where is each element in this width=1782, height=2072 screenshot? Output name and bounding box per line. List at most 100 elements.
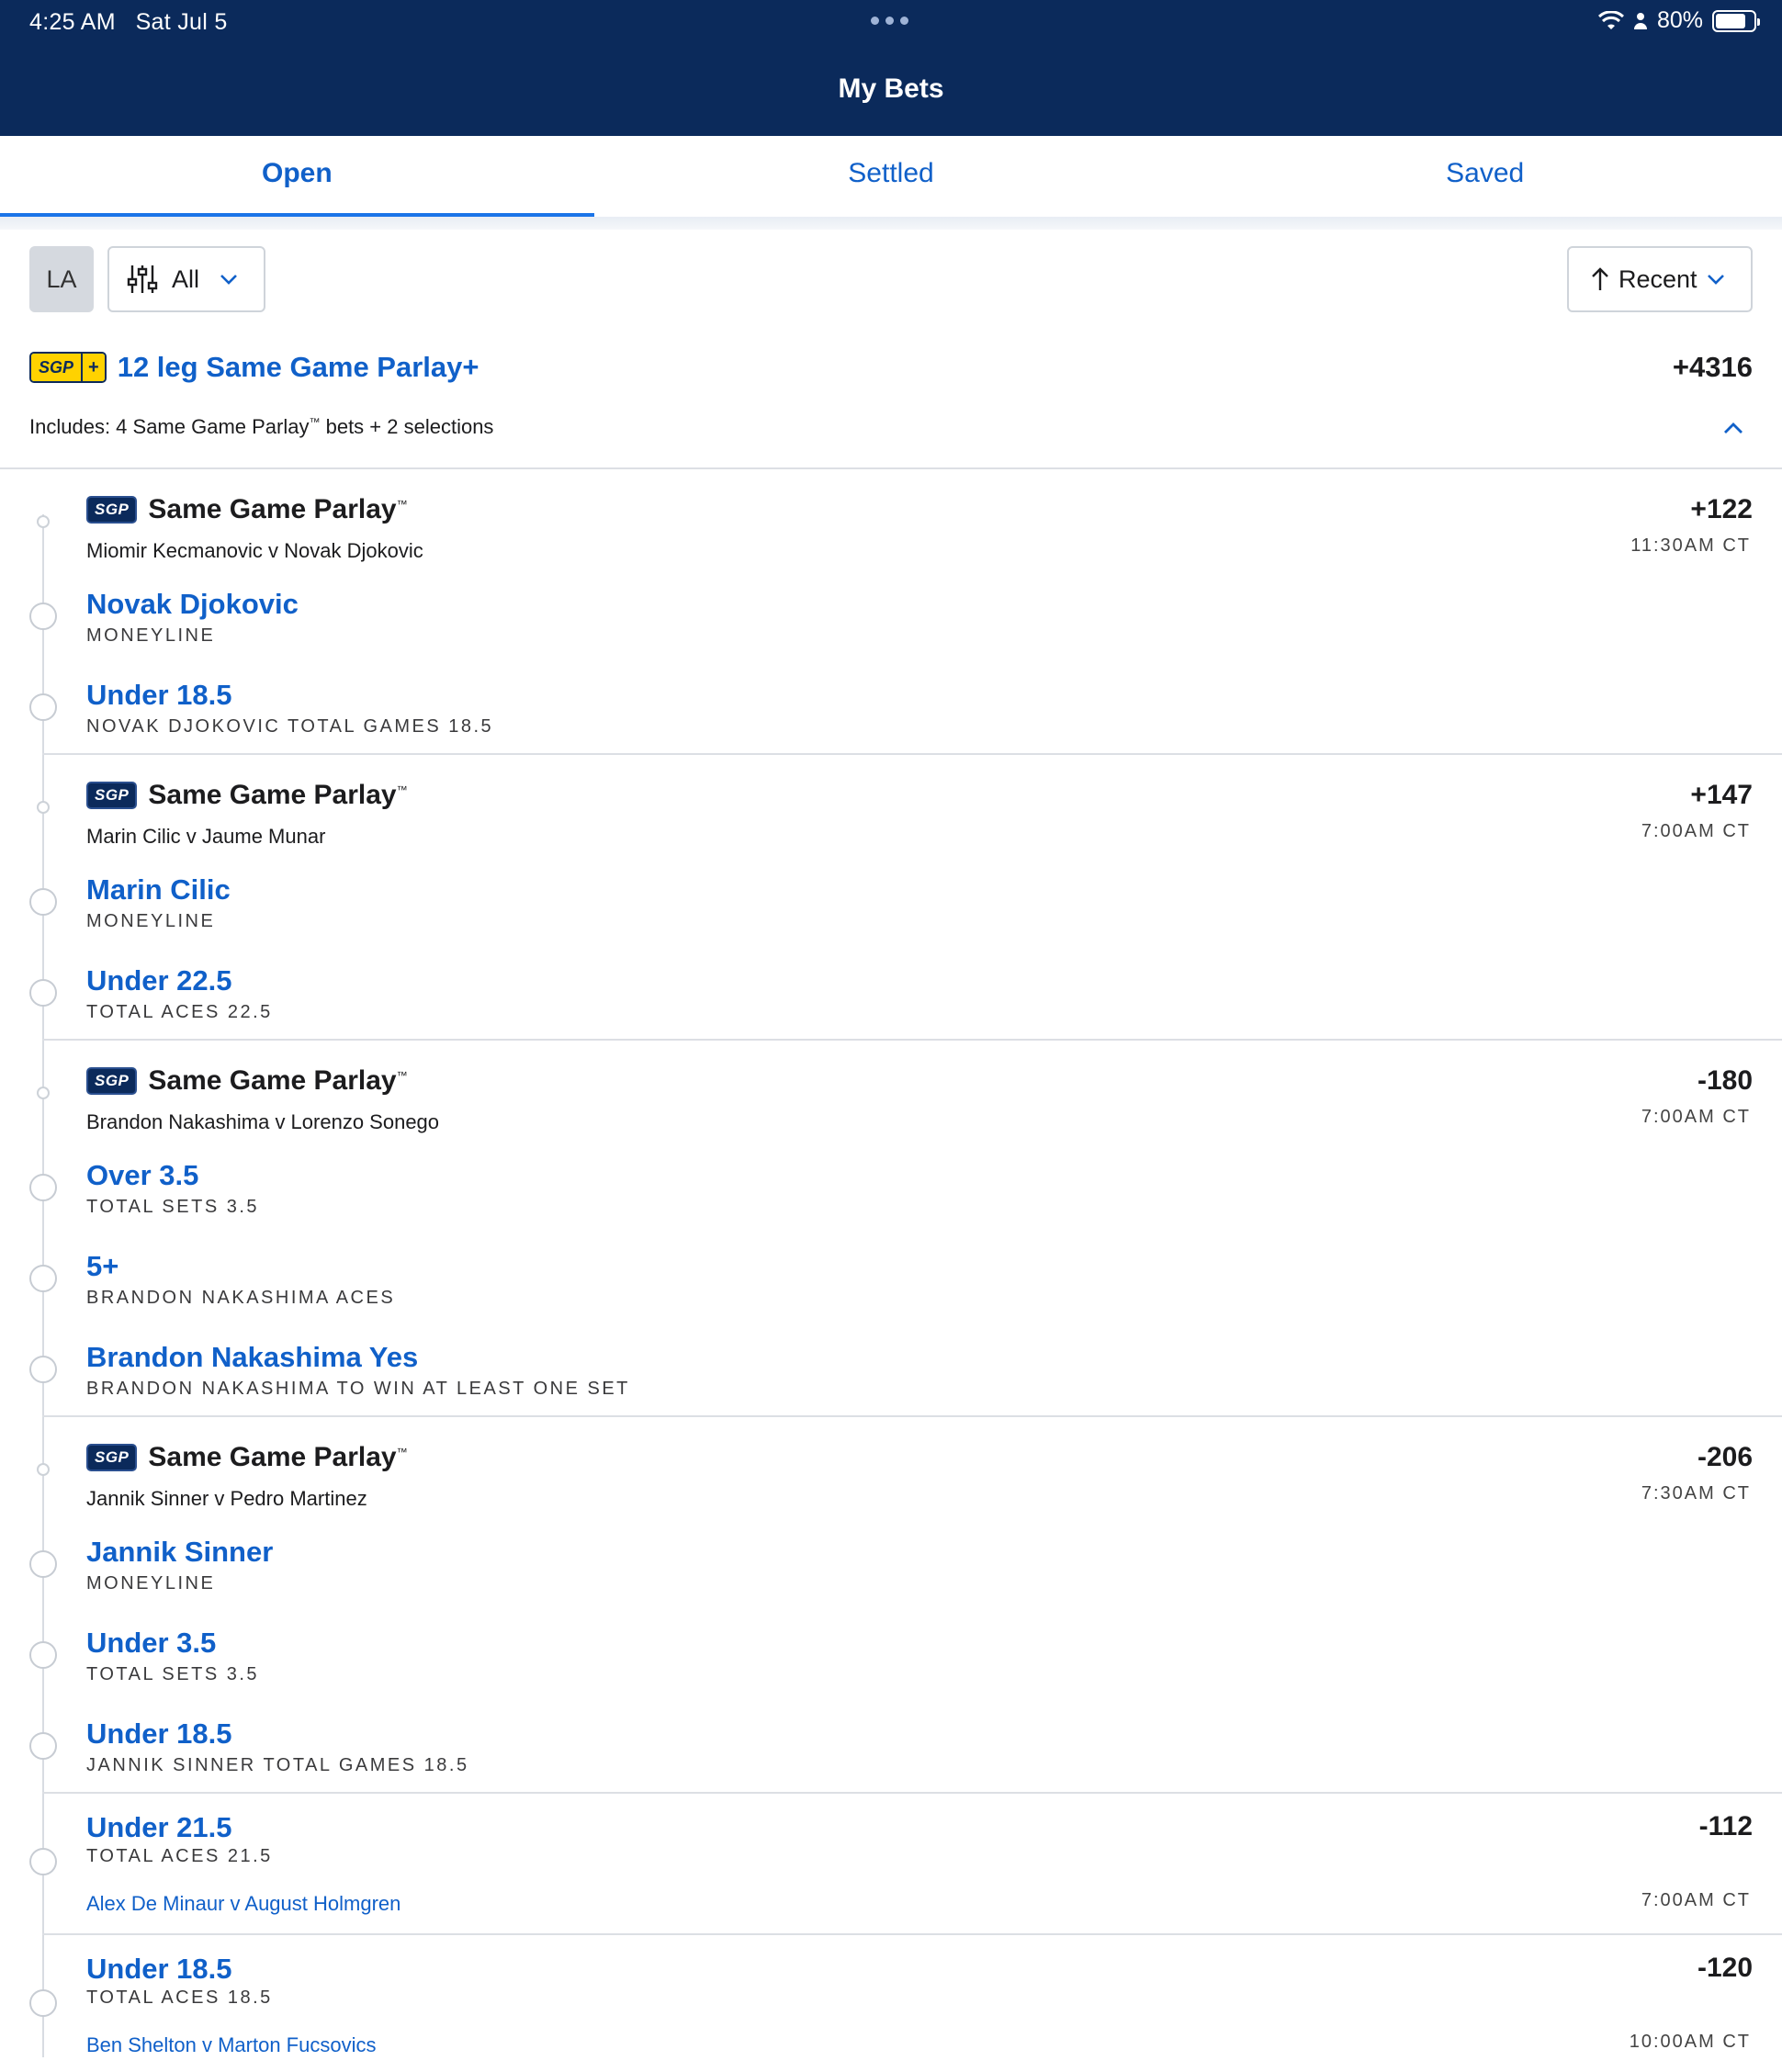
tab-open[interactable]: Open bbox=[0, 136, 594, 217]
timeline-dot bbox=[37, 515, 50, 528]
selection-market: TOTAL SETS 3.5 bbox=[86, 1664, 260, 1684]
bet-type-filter-label: All bbox=[172, 265, 200, 293]
sgp-title: Same Game Parlay™ bbox=[148, 1442, 408, 1472]
selection-name: Novak Djokovic bbox=[86, 588, 299, 620]
selection-name: Under 18.5 bbox=[86, 1953, 232, 1985]
divider bbox=[42, 1792, 1782, 1794]
sort-label: Recent bbox=[1618, 265, 1697, 293]
selection-name: Under 3.5 bbox=[86, 1627, 217, 1659]
sgp-badge: SGP bbox=[86, 1444, 138, 1471]
sgp-header: SGP Same Game Parlay™ bbox=[86, 1065, 408, 1097]
sgp-title: Same Game Parlay™ bbox=[148, 780, 408, 810]
leg-status-circle bbox=[29, 1174, 57, 1201]
group-odds: +147 bbox=[1690, 780, 1753, 810]
divider bbox=[42, 1933, 1782, 1935]
match-name: Brandon Nakashima v Lorenzo Sonego bbox=[86, 1110, 440, 1133]
leg-status-circle bbox=[29, 1550, 57, 1578]
sgp-badge: SGP bbox=[86, 782, 138, 809]
leg-status-circle bbox=[29, 1641, 57, 1669]
parlay-title[interactable]: 12 leg Same Game Parlay+ bbox=[118, 351, 479, 384]
timeline-dot bbox=[37, 801, 50, 814]
group-odds: -180 bbox=[1697, 1065, 1753, 1096]
event-time: 7:00AM CT bbox=[1641, 1107, 1751, 1127]
selection-market: TOTAL ACES 18.5 bbox=[86, 1988, 273, 2008]
sgp-badge: SGP bbox=[86, 496, 138, 524]
status-indicators: 80% bbox=[1597, 7, 1760, 34]
arrow-up-icon bbox=[1592, 267, 1608, 290]
event-time: 10:00AM CT bbox=[1629, 2032, 1751, 2052]
selection-name: Under 21.5 bbox=[86, 1811, 232, 1843]
person-icon bbox=[1633, 12, 1647, 29]
selection-market: MONEYLINE bbox=[86, 1573, 216, 1593]
event-time: 7:00AM CT bbox=[1641, 1890, 1751, 1910]
multitasking-dots-icon[interactable] bbox=[871, 17, 908, 25]
selection-name: Jannik Sinner bbox=[86, 1536, 274, 1568]
tab-settled[interactable]: Settled bbox=[594, 136, 1189, 217]
tab-saved[interactable]: Saved bbox=[1188, 136, 1782, 217]
divider bbox=[42, 753, 1782, 755]
leg-status-circle bbox=[29, 693, 57, 721]
leg-status-circle bbox=[29, 1356, 57, 1383]
top-bar: 4:25 AM Sat Jul 5 80% My Bets bbox=[0, 0, 1782, 136]
group-odds: +122 bbox=[1690, 494, 1753, 524]
bet-type-filter-dropdown[interactable]: All bbox=[107, 246, 265, 312]
sgp-badge: SGP bbox=[86, 1067, 138, 1095]
battery-icon bbox=[1712, 9, 1760, 32]
sgp-plus-badge: SGP + bbox=[29, 352, 107, 383]
selection-odds: -112 bbox=[1698, 1811, 1753, 1841]
group-odds: -206 bbox=[1697, 1442, 1753, 1472]
status-bar-clock: 4:25 AM Sat Jul 5 bbox=[29, 9, 228, 36]
selection-market: TOTAL ACES 22.5 bbox=[86, 1002, 273, 1022]
selection-name: Marin Cilic bbox=[86, 873, 231, 906]
divider bbox=[42, 1415, 1782, 1417]
selection-market: MONEYLINE bbox=[86, 625, 216, 646]
sgp-header: SGP Same Game Parlay™ bbox=[86, 494, 408, 525]
chevron-down-icon bbox=[1707, 275, 1724, 285]
bet-tabs: Open Settled Saved bbox=[0, 136, 1782, 217]
selection-market: BRANDON NAKASHIMA ACES bbox=[86, 1288, 396, 1308]
event-time: 7:30AM CT bbox=[1641, 1483, 1751, 1503]
leg-status-circle bbox=[29, 1989, 57, 2017]
selection-name: Over 3.5 bbox=[86, 1159, 199, 1191]
event-time: 11:30AM CT bbox=[1630, 535, 1751, 556]
match-name: Jannik Sinner v Pedro Martinez bbox=[86, 1487, 367, 1510]
status-date: Sat Jul 5 bbox=[135, 9, 228, 35]
leg-status-circle bbox=[29, 602, 57, 630]
leg-status-circle bbox=[29, 979, 57, 1007]
leg-status-circle bbox=[29, 1848, 57, 1875]
leg-status-circle bbox=[29, 1265, 57, 1292]
selection-market: MONEYLINE bbox=[86, 911, 216, 931]
sort-dropdown[interactable]: Recent bbox=[1567, 246, 1753, 312]
selection-market: TOTAL ACES 21.5 bbox=[86, 1846, 273, 1866]
sgp-title: Same Game Parlay™ bbox=[148, 1065, 408, 1096]
parlay-header[interactable]: SGP + 12 leg Same Game Parlay+ bbox=[29, 351, 479, 384]
selection-name: Under 18.5 bbox=[86, 1717, 232, 1750]
leg-status-circle bbox=[29, 888, 57, 916]
region-filter-button[interactable]: LA bbox=[29, 246, 94, 312]
selection-market: JANNIK SINNER TOTAL GAMES 18.5 bbox=[86, 1755, 469, 1775]
sgp-title: Same Game Parlay™ bbox=[148, 494, 408, 524]
battery-percent: 80% bbox=[1656, 7, 1703, 33]
match-link[interactable]: Ben Shelton v Marton Fucsovics bbox=[86, 2033, 376, 2057]
sliders-icon bbox=[127, 265, 158, 293]
parlay-odds: +4316 bbox=[1672, 351, 1753, 383]
selection-name: Under 22.5 bbox=[86, 964, 232, 997]
match-name: Miomir Kecmanovic v Novak Djokovic bbox=[86, 539, 423, 562]
divider bbox=[0, 467, 1782, 469]
timeline-dot bbox=[37, 1087, 50, 1099]
event-time: 7:00AM CT bbox=[1641, 821, 1751, 841]
page-title: My Bets bbox=[838, 73, 944, 104]
timeline-dot bbox=[37, 1463, 50, 1476]
sgp-header: SGP Same Game Parlay™ bbox=[86, 780, 408, 811]
match-name: Marin Cilic v Jaume Munar bbox=[86, 825, 326, 848]
match-link[interactable]: Alex De Minaur v August Holmgren bbox=[86, 1892, 400, 1916]
parlay-includes: Includes: 4 Same Game Parlay™ bets + 2 s… bbox=[29, 415, 494, 438]
divider bbox=[42, 1039, 1782, 1041]
selection-market: BRANDON NAKASHIMA TO WIN AT LEAST ONE SE… bbox=[86, 1379, 630, 1399]
chevron-up-icon[interactable] bbox=[1723, 418, 1743, 438]
selection-name: 5+ bbox=[86, 1250, 119, 1282]
tabs-shadow bbox=[0, 217, 1782, 230]
selection-name: Under 18.5 bbox=[86, 679, 232, 711]
selection-odds: -120 bbox=[1697, 1953, 1753, 1983]
selection-name: Brandon Nakashima Yes bbox=[86, 1341, 419, 1373]
